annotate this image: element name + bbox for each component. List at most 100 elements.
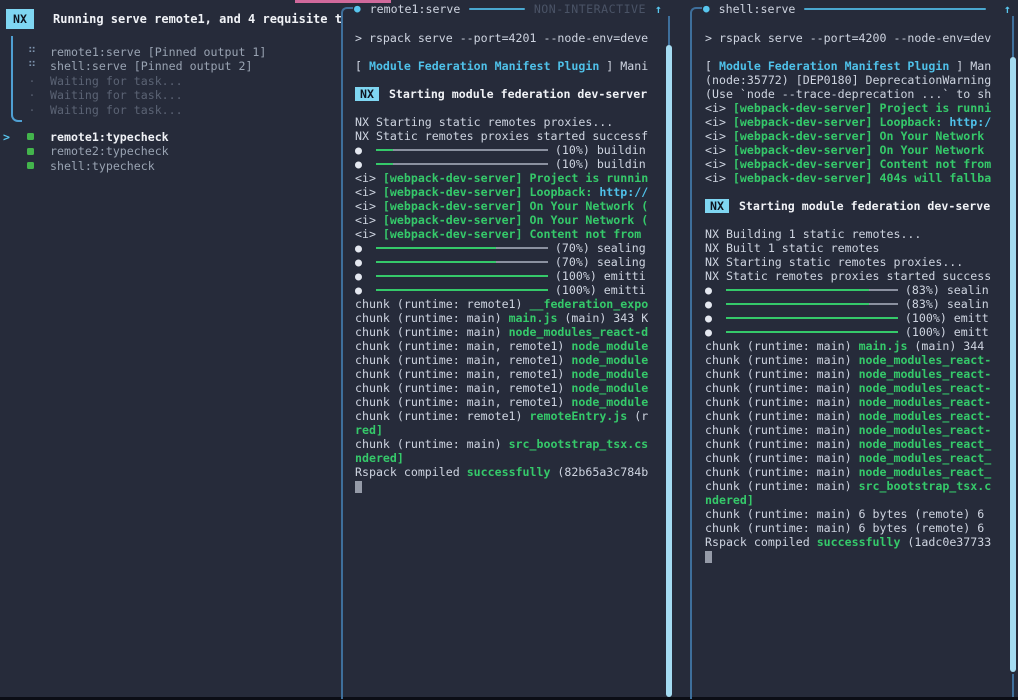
scrollbar-track[interactable] — [668, 16, 670, 45]
terminal-line: <i> [webpack-dev-server] 404s will fallb… — [705, 171, 1005, 185]
pane-border-remote1 — [341, 7, 353, 699]
terminal-line: ● (70%) sealing — [355, 255, 655, 269]
terminal-line: ● (10%) buildin — [355, 157, 655, 171]
progress-label: (100%) emitti — [548, 269, 646, 283]
pane-header-rule — [469, 8, 524, 10]
non-interactive-label: NON-INTERACTIVE — [534, 2, 646, 16]
progress-bar-done — [376, 261, 496, 263]
progress-dot-icon: ● — [355, 241, 376, 255]
terminal-line: chunk (runtime: main) node_modules_react… — [355, 325, 655, 339]
progress-bar-done — [376, 163, 393, 165]
terminal-line: NX Starting module federation dev-serve — [705, 199, 1005, 213]
task-list-title: Running serve remote1, and 4 requisite t… — [53, 12, 341, 26]
terminal-line: chunk (runtime: main) main.js (main) 343… — [355, 311, 655, 325]
terminal-line: chunk (runtime: main, remote1) node_modu… — [355, 367, 655, 381]
task-list-spacer — [0, 117, 341, 130]
task-row[interactable]: ⠛shell:serve [Pinned output 2] — [0, 59, 341, 73]
progress-dot-icon: ● — [355, 143, 376, 157]
progress-label: (100%) emitti — [548, 283, 646, 297]
task-row[interactable]: ·Waiting for task... — [0, 88, 341, 102]
terminal-line: chunk (runtime: remote1) __federation_ex… — [355, 297, 655, 311]
progress-bar-remaining — [496, 247, 548, 249]
pane-border-shell — [690, 7, 702, 699]
terminal-line: ndered] — [355, 451, 655, 465]
terminal-line: <i> [webpack-dev-server] On Your Network… — [355, 199, 655, 213]
terminal-line: chunk (runtime: main) node_modules_react… — [705, 409, 1005, 423]
terminal-line: <i> [webpack-dev-server] Loopback: http:… — [705, 115, 1005, 129]
scroll-up-arrow-icon[interactable]: ↑ — [1004, 2, 1011, 16]
task-row[interactable]: ·Waiting for task... — [0, 103, 341, 117]
task-row[interactable]: ⠛remote1:serve [Pinned output 1] — [0, 45, 341, 59]
pane-header-rule — [804, 8, 986, 10]
terminal-line: <i> [webpack-dev-server] Project is runn… — [705, 101, 1005, 115]
terminal-line: NX Building 1 static remotes... — [705, 227, 1005, 241]
terminal-output-remote1: > rspack serve --port=4201 --node-env=de… — [355, 31, 655, 493]
terminal-line: <i> [webpack-dev-server] On Your Network… — [355, 213, 655, 227]
task-list-pane: NX Running serve remote1, and 4 requisite… — [0, 0, 341, 697]
progress-bar-done — [376, 247, 496, 249]
terminal-line: chunk (runtime: main) main.js (main) 344 — [705, 339, 1005, 353]
progress-label: (10%) buildin — [548, 157, 646, 171]
terminal-line: chunk (runtime: main) node_modules_react… — [705, 353, 1005, 367]
progress-label: (70%) sealing — [548, 255, 646, 269]
terminal-output-shell: > rspack serve --port=4200 --node-env=de… — [705, 31, 1005, 563]
progress-label: (70%) sealing — [548, 241, 646, 255]
terminal-line: chunk (runtime: main, remote1) node_modu… — [355, 381, 655, 395]
task-list-header: NX Running serve remote1, and 4 requisite… — [6, 12, 341, 26]
task-row[interactable]: >remote1:typecheck — [0, 130, 341, 144]
terminal-line: NX Built 1 static remotes — [705, 241, 1005, 255]
scrollbar-track[interactable] — [1012, 16, 1014, 57]
scroll-up-arrow-icon[interactable]: ↑ — [655, 2, 662, 16]
task-status-square-icon — [27, 148, 34, 155]
progress-label: (10%) buildin — [548, 143, 646, 157]
progress-dot-icon: ● — [705, 283, 726, 297]
task-row[interactable]: remote2:typecheck — [0, 144, 341, 158]
pane-title-remote1: remote1:serve — [370, 2, 461, 16]
terminal-line: NX Starting static remotes proxies... — [355, 115, 655, 129]
terminal-line: chunk (runtime: main) 6 bytes (remote) 6 — [705, 507, 1005, 521]
terminal-line: NX Starting module federation dev-server — [355, 87, 655, 101]
scrollbar-thumb[interactable] — [1010, 57, 1016, 672]
terminal-line: <i> [webpack-dev-server] Loopback: http:… — [355, 185, 655, 199]
terminal-line: ndered] — [705, 493, 1005, 507]
terminal-line: chunk (runtime: main) node_modules_react… — [705, 451, 1005, 465]
pane-header-remote1[interactable]: ● remote1:serve NON-INTERACTIVE ↑ — [342, 0, 675, 18]
terminal-line: chunk (runtime: main) 6 bytes (remote) 6 — [705, 521, 1005, 535]
pane-header-shell[interactable]: ● shell:serve ↑ — [691, 0, 1016, 18]
task-row[interactable]: ·Waiting for task... — [0, 74, 341, 88]
terminal-line: <i> [webpack-dev-server] Project is runn… — [355, 171, 655, 185]
terminal-line: <i> [webpack-dev-server] On Your Network — [705, 129, 1005, 143]
terminal-cursor — [355, 481, 362, 493]
progress-bar-done — [376, 149, 393, 151]
progress-dot-icon: ● — [705, 311, 726, 325]
terminal-line — [705, 549, 1005, 563]
progress-dot-icon: ● — [355, 157, 376, 171]
terminal-line: [ Module Federation Manifest Plugin ] Ma… — [355, 59, 655, 73]
progress-bar-remaining — [393, 163, 548, 165]
terminal-line: chunk (runtime: remote1) remoteEntry.js … — [355, 409, 655, 423]
task-row[interactable]: shell:typecheck — [0, 159, 341, 173]
nx-badge: NX — [6, 9, 34, 29]
terminal-line — [705, 45, 1005, 59]
scrollbar-track[interactable] — [1012, 674, 1014, 697]
progress-label: (83%) sealin — [898, 297, 989, 311]
progress-bar-done — [726, 303, 869, 305]
progress-dot-icon: ● — [355, 283, 376, 297]
progress-dot-icon: ● — [355, 269, 376, 283]
progress-bar-done — [726, 289, 869, 291]
scrollbar-thumb[interactable] — [666, 45, 672, 697]
terminal-line: chunk (runtime: main) node_modules_react… — [705, 465, 1005, 479]
terminal-line — [355, 45, 655, 59]
waiting-dot-icon: · — [24, 103, 40, 117]
terminal-line — [355, 73, 655, 87]
running-dot-icon: ● — [354, 2, 361, 16]
progress-bar-done — [376, 275, 548, 277]
selected-pointer-icon: > — [3, 130, 10, 144]
task-status-square-icon — [27, 162, 34, 169]
terminal-line: <i> [webpack-dev-server] Content not fro… — [355, 227, 655, 241]
terminal-line: chunk (runtime: main) src_bootstrap_tsx.… — [705, 479, 1005, 493]
progress-bar-done — [726, 317, 898, 319]
terminal-line: ● (70%) sealing — [355, 241, 655, 255]
terminal-line: Rspack compiled successfully (1adc0e3773… — [705, 535, 1005, 549]
terminal-line: ● (100%) emitt — [705, 311, 1005, 325]
